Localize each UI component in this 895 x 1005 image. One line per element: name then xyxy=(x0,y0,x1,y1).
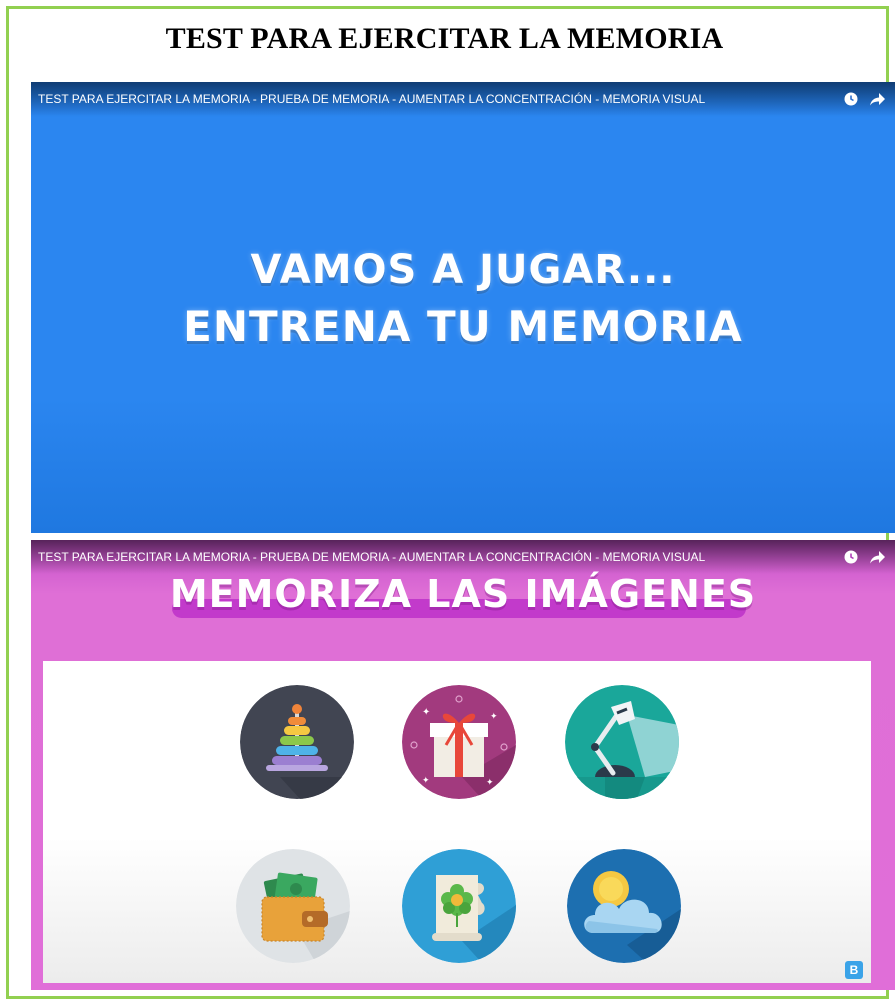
svg-text:✦: ✦ xyxy=(490,712,498,722)
video-player-2[interactable]: TEST PARA EJERCITAR LA MEMORIA - PRUEBA … xyxy=(31,540,895,990)
channel-badge: B xyxy=(845,961,863,979)
svg-text:✦: ✦ xyxy=(486,778,494,788)
sun-cloud-icon xyxy=(567,849,681,963)
svg-text:✦: ✦ xyxy=(422,776,430,786)
share-icon[interactable] xyxy=(870,550,885,564)
video-player-1[interactable]: TEST PARA EJERCITAR LA MEMORIA - PRUEBA … xyxy=(31,82,895,533)
watch-later-icon[interactable] xyxy=(844,550,858,564)
video-title-link[interactable]: TEST PARA EJERCITAR LA MEMORIA - PRUEBA … xyxy=(38,92,844,106)
share-icon[interactable] xyxy=(870,92,885,106)
watch-later-icon[interactable] xyxy=(844,92,858,106)
wallet-money-icon xyxy=(236,849,350,963)
svg-text:✦: ✦ xyxy=(422,707,430,718)
image-grid-card: ✦ ✦ ✦ ✦ B xyxy=(43,661,871,983)
ring-stacker-toy-icon xyxy=(240,685,354,799)
intro-heading-line2: ENTRENA TU MEMORIA xyxy=(183,302,743,351)
video-title-bar: TEST PARA EJERCITAR LA MEMORIA - PRUEBA … xyxy=(31,540,895,574)
video-title-bar: TEST PARA EJERCITAR LA MEMORIA - PRUEBA … xyxy=(31,82,895,116)
flower-scroll-icon xyxy=(402,849,516,963)
video-title-link[interactable]: TEST PARA EJERCITAR LA MEMORIA - PRUEBA … xyxy=(38,550,844,564)
intro-heading-line1: VAMOS A JUGAR... xyxy=(250,247,676,293)
gift-box-icon: ✦ ✦ ✦ ✦ xyxy=(402,685,516,799)
document-title: TEST PARA EJERCITAR LA MEMORIA xyxy=(165,22,724,55)
banner-heading: MEMORIZA LAS IMÁGENES xyxy=(169,572,757,616)
desk-lamp-icon xyxy=(565,685,679,799)
